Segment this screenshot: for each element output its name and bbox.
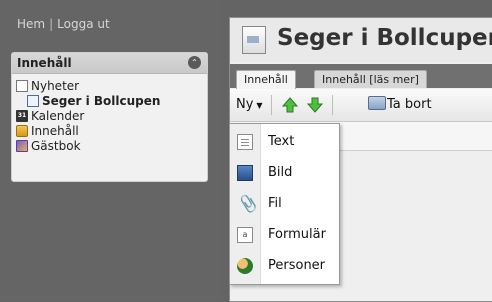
logout-link[interactable]: Logga ut	[57, 17, 110, 31]
guestbook-icon	[16, 140, 28, 152]
toolbar-separator	[332, 95, 333, 115]
menu-item-label: Personer	[268, 258, 326, 273]
delete-button[interactable]: Ta bort	[368, 95, 432, 115]
nav-tree: Nyheter Seger i Bollcupen 31 Kalender In…	[12, 74, 207, 154]
toolbar: Ny ▼ Ta bort	[230, 89, 492, 122]
tab-innehall-las-mer[interactable]: Innehåll [läs mer]	[314, 70, 427, 88]
nav-item-label: Seger i Bollcupen	[42, 94, 161, 108]
new-dropdown-button[interactable]: Ny ▼	[232, 95, 267, 115]
collapse-icon[interactable]: ⌃	[188, 56, 201, 69]
home-link[interactable]: Hem	[17, 17, 45, 31]
left-pane: Hem | Logga ut Innehåll ⌃ Nyheter Seger i …	[0, 0, 222, 300]
document-icon	[16, 80, 28, 92]
nav-item-innehall[interactable]: Innehåll	[15, 124, 207, 139]
link-separator: |	[49, 17, 54, 31]
move-down-icon[interactable]	[307, 97, 323, 113]
nav-item-seger-i-bollcupen[interactable]: Seger i Bollcupen	[15, 94, 207, 109]
editor-header: Seger i Bollcupen	[230, 18, 492, 62]
menu-item-fil[interactable]: 📎 Fil	[230, 189, 339, 219]
menu-item-personer[interactable]: Personer	[230, 251, 339, 281]
page-title: Seger i Bollcupen	[277, 25, 492, 51]
nav-item-label: Gästbok	[31, 139, 81, 153]
move-up-icon[interactable]	[282, 97, 298, 113]
image-icon	[237, 165, 253, 181]
delete-icon	[368, 96, 386, 110]
box-icon	[16, 125, 28, 137]
nav-item-label: Nyheter	[31, 79, 80, 93]
menu-item-formular[interactable]: a Formulär	[230, 220, 339, 250]
content-nav-panel: Innehåll ⌃ Nyheter Seger i Bollcupen 31 …	[11, 52, 208, 182]
paperclip-icon: 📎	[237, 194, 257, 213]
nav-item-kalender[interactable]: 31 Kalender	[15, 109, 207, 124]
tab-innehall[interactable]: Innehåll	[236, 70, 296, 89]
nav-panel-header: Innehåll ⌃	[12, 53, 207, 74]
delete-label: Ta bort	[387, 97, 432, 112]
tab-bar: Innehåll Innehåll [läs mer]	[230, 64, 492, 89]
text-icon	[237, 134, 253, 150]
form-icon: a	[237, 227, 253, 243]
nav-item-nyheter[interactable]: Nyheter	[15, 79, 207, 94]
nav-panel-title: Innehåll	[17, 56, 72, 70]
nav-item-label: Innehåll	[31, 124, 79, 138]
nav-item-label: Kalender	[31, 109, 85, 123]
new-item-menu: Text Bild 📎 Fil a Formulär Personer	[229, 123, 340, 285]
menu-item-label: Bild	[268, 165, 293, 180]
people-icon	[237, 258, 253, 274]
top-links: Hem | Logga ut	[17, 17, 110, 31]
menu-item-bild[interactable]: Bild	[230, 158, 339, 188]
calendar-icon: 31	[16, 110, 28, 122]
page-icon	[27, 95, 39, 107]
new-label: Ny	[236, 97, 254, 112]
menu-item-label: Fil	[268, 196, 282, 211]
toolbar-separator	[271, 95, 272, 115]
menu-item-label: Text	[268, 134, 295, 149]
menu-item-text[interactable]: Text	[230, 127, 339, 157]
caret-down-icon: ▼	[256, 101, 263, 110]
menu-item-label: Formulär	[268, 227, 326, 242]
page-icon	[242, 26, 266, 54]
nav-item-gastbok[interactable]: Gästbok	[15, 139, 207, 154]
